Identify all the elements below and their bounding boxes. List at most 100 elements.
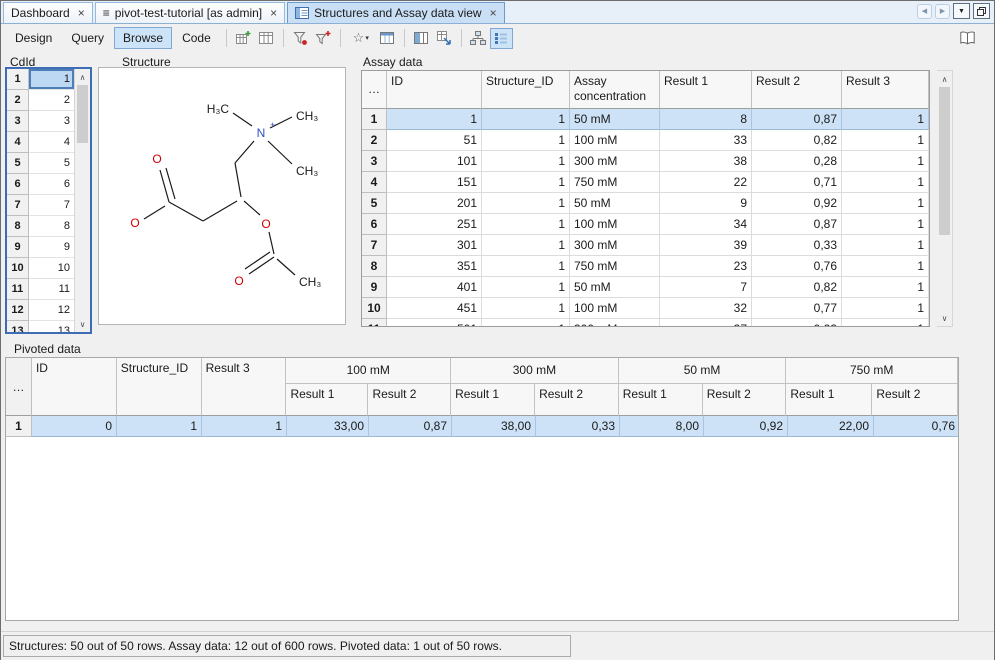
table-cell[interactable]: 1: [842, 319, 929, 327]
table-row[interactable]: 104511100 mM320,771: [362, 298, 929, 319]
table-cell[interactable]: 0,33: [752, 235, 842, 256]
table-cell[interactable]: 1: [842, 172, 929, 193]
table-cell[interactable]: 300 mM: [570, 235, 660, 256]
table-cell[interactable]: 1: [482, 319, 570, 327]
tab-scroll-right-icon[interactable]: ▶: [935, 4, 950, 19]
table-cell[interactable]: 750 mM: [570, 172, 660, 193]
table-cell[interactable]: 251: [387, 214, 482, 235]
column-header[interactable]: Result 2: [872, 384, 957, 416]
table-cell[interactable]: 0,76: [752, 256, 842, 277]
table-cell[interactable]: 23: [660, 256, 752, 277]
cdid-row[interactable]: 88: [7, 216, 74, 237]
table-cell[interactable]: 50 mM: [570, 193, 660, 214]
column-header[interactable]: ID: [387, 71, 482, 109]
column-header[interactable]: Result 2: [703, 384, 786, 416]
table-cell[interactable]: 1: [482, 277, 570, 298]
table-cell[interactable]: 100 mM: [570, 214, 660, 235]
table-cell[interactable]: 1: [842, 256, 929, 277]
group-header[interactable]: 50 mM: [619, 358, 786, 384]
cdid-cell[interactable]: 10: [29, 258, 74, 279]
cdid-row[interactable]: 1010: [7, 258, 74, 279]
table-cell[interactable]: 1: [842, 193, 929, 214]
close-icon[interactable]: ×: [78, 6, 85, 20]
tab-dashboard[interactable]: Dashboard ×: [3, 2, 93, 23]
table-cell[interactable]: 50 mM: [570, 109, 660, 130]
column-header[interactable]: Assay concentration: [570, 71, 660, 109]
scrollbar-thumb[interactable]: [77, 85, 88, 143]
table-cell[interactable]: 33,00: [287, 416, 369, 437]
table-cell[interactable]: 301: [387, 235, 482, 256]
table-cell[interactable]: 0,82: [752, 277, 842, 298]
table-cell[interactable]: 100 mM: [570, 130, 660, 151]
cdid-row[interactable]: 1111: [7, 279, 74, 300]
cdid-row[interactable]: 66: [7, 174, 74, 195]
table-cell[interactable]: 50 mM: [570, 277, 660, 298]
add-filter-icon[interactable]: [312, 28, 335, 49]
table-row[interactable]: 31011300 mM380,281: [362, 151, 929, 172]
table-cell[interactable]: 401: [387, 277, 482, 298]
design-button[interactable]: Design: [6, 27, 61, 49]
table-cell[interactable]: 151: [387, 172, 482, 193]
table-cell[interactable]: 1: [482, 214, 570, 235]
cdid-row[interactable]: 55: [7, 153, 74, 174]
column-header[interactable]: Result 1: [786, 384, 872, 416]
hierarchy-view-icon[interactable]: [467, 28, 490, 49]
table-cell[interactable]: 1: [482, 130, 570, 151]
table-cell[interactable]: 1: [842, 214, 929, 235]
column-header[interactable]: Result 3: [202, 358, 287, 416]
table-cell[interactable]: 1: [482, 151, 570, 172]
table-cell[interactable]: 0,87: [752, 109, 842, 130]
table-cell[interactable]: 0,87: [752, 214, 842, 235]
column-header[interactable]: Result 1: [619, 384, 703, 416]
table-cell[interactable]: 0,23: [752, 319, 842, 327]
grid-view-icon[interactable]: [255, 28, 278, 49]
scroll-down-icon[interactable]: ∨: [75, 316, 91, 332]
row-header-cell[interactable]: 5: [362, 193, 387, 214]
row-header-cell[interactable]: 6: [362, 214, 387, 235]
close-icon[interactable]: ×: [270, 6, 277, 20]
table-cell[interactable]: 0,87: [369, 416, 452, 437]
table-cell[interactable]: 100 mM: [570, 298, 660, 319]
table-row[interactable]: 73011300 mM390,331: [362, 235, 929, 256]
export-table-icon[interactable]: [433, 28, 456, 49]
browse-button[interactable]: Browse: [114, 27, 172, 49]
table-cell[interactable]: 451: [387, 298, 482, 319]
table-cell[interactable]: 32: [660, 298, 752, 319]
cdid-cell[interactable]: 4: [29, 132, 74, 153]
table-cell[interactable]: 1: [482, 109, 570, 130]
column-header[interactable]: Result 1: [660, 71, 752, 109]
table-cell[interactable]: 1: [842, 298, 929, 319]
column-header[interactable]: Result 2: [752, 71, 842, 109]
row-header-cell[interactable]: 10: [362, 298, 387, 319]
table-cell[interactable]: 8: [660, 109, 752, 130]
row-header-cell[interactable]: 2: [362, 130, 387, 151]
table-cell[interactable]: 0,28: [752, 151, 842, 172]
table-cell[interactable]: 37: [660, 319, 752, 327]
column-header[interactable]: Result 1: [286, 384, 368, 416]
table-cell[interactable]: 0,33: [536, 416, 620, 437]
table-cell[interactable]: 1: [842, 151, 929, 172]
tab-list-dropdown-icon[interactable]: ▼: [953, 3, 970, 19]
table-row[interactable]: 62511100 mM340,871: [362, 214, 929, 235]
table-cell[interactable]: 1: [482, 172, 570, 193]
table-row[interactable]: 11150 mM80,871: [362, 109, 929, 130]
scrollbar-track[interactable]: [937, 87, 953, 310]
table-cell[interactable]: 1: [842, 109, 929, 130]
cdid-cell[interactable]: 7: [29, 195, 74, 216]
table-corner-button[interactable]: …: [362, 71, 387, 109]
table-cell[interactable]: 351: [387, 256, 482, 277]
cdid-cell[interactable]: 2: [29, 90, 74, 111]
table-corner-button[interactable]: …: [6, 358, 32, 416]
table-cell[interactable]: 1: [202, 416, 287, 437]
table-cell[interactable]: 201: [387, 193, 482, 214]
table-cell[interactable]: 1: [842, 130, 929, 151]
table-cell[interactable]: 38: [660, 151, 752, 172]
query-filter-icon[interactable]: [289, 28, 312, 49]
table-cell[interactable]: 22,00: [788, 416, 874, 437]
table-row[interactable]: 2511100 mM330,821: [362, 130, 929, 151]
table-row[interactable]: 115011300 mM370,231: [362, 319, 929, 327]
cdid-cell[interactable]: 6: [29, 174, 74, 195]
table-cell[interactable]: 0,71: [752, 172, 842, 193]
row-header-cell[interactable]: 7: [362, 235, 387, 256]
restore-window-icon[interactable]: [973, 3, 990, 19]
